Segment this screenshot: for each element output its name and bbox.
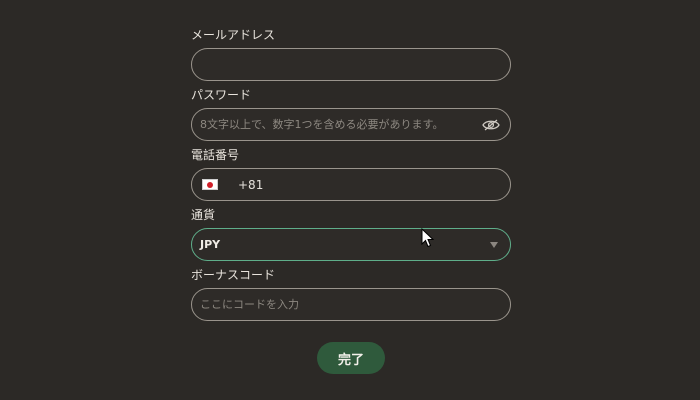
email-field-wrapper (191, 48, 511, 81)
bonus-code-label: ボーナスコード (191, 268, 276, 282)
eye-icon[interactable] (482, 118, 500, 132)
chevron-down-icon (490, 241, 498, 248)
signup-form: メールアドレス パスワード 電話番号 +81 通貨 JPY ボーナスコード ここ… (191, 24, 511, 321)
signup-page: - - - - メールアドレス パスワード 電話番号 +81 通 (0, 0, 700, 400)
phone-input[interactable] (269, 169, 500, 200)
email-input[interactable] (200, 49, 500, 80)
mouse-cursor-icon (421, 228, 435, 248)
dial-code: +81 (238, 177, 264, 192)
phone-label: 電話番号 (191, 148, 240, 162)
japan-flag-icon[interactable] (202, 179, 218, 190)
email-label: メールアドレス (191, 28, 276, 42)
bonus-code-input[interactable] (200, 289, 500, 320)
currency-label: 通貨 (191, 208, 216, 222)
header-cut-text: - - - - (0, 0, 700, 6)
password-label: パスワード (191, 88, 252, 102)
password-input[interactable] (200, 109, 482, 140)
submit-button[interactable]: 完了 (317, 342, 385, 374)
currency-select[interactable]: JPY (191, 228, 511, 261)
phone-field-wrapper: +81 (191, 168, 511, 201)
bonus-code-field-wrapper (191, 288, 511, 321)
currency-selected-value: JPY (200, 238, 221, 251)
password-field-wrapper (191, 108, 511, 141)
